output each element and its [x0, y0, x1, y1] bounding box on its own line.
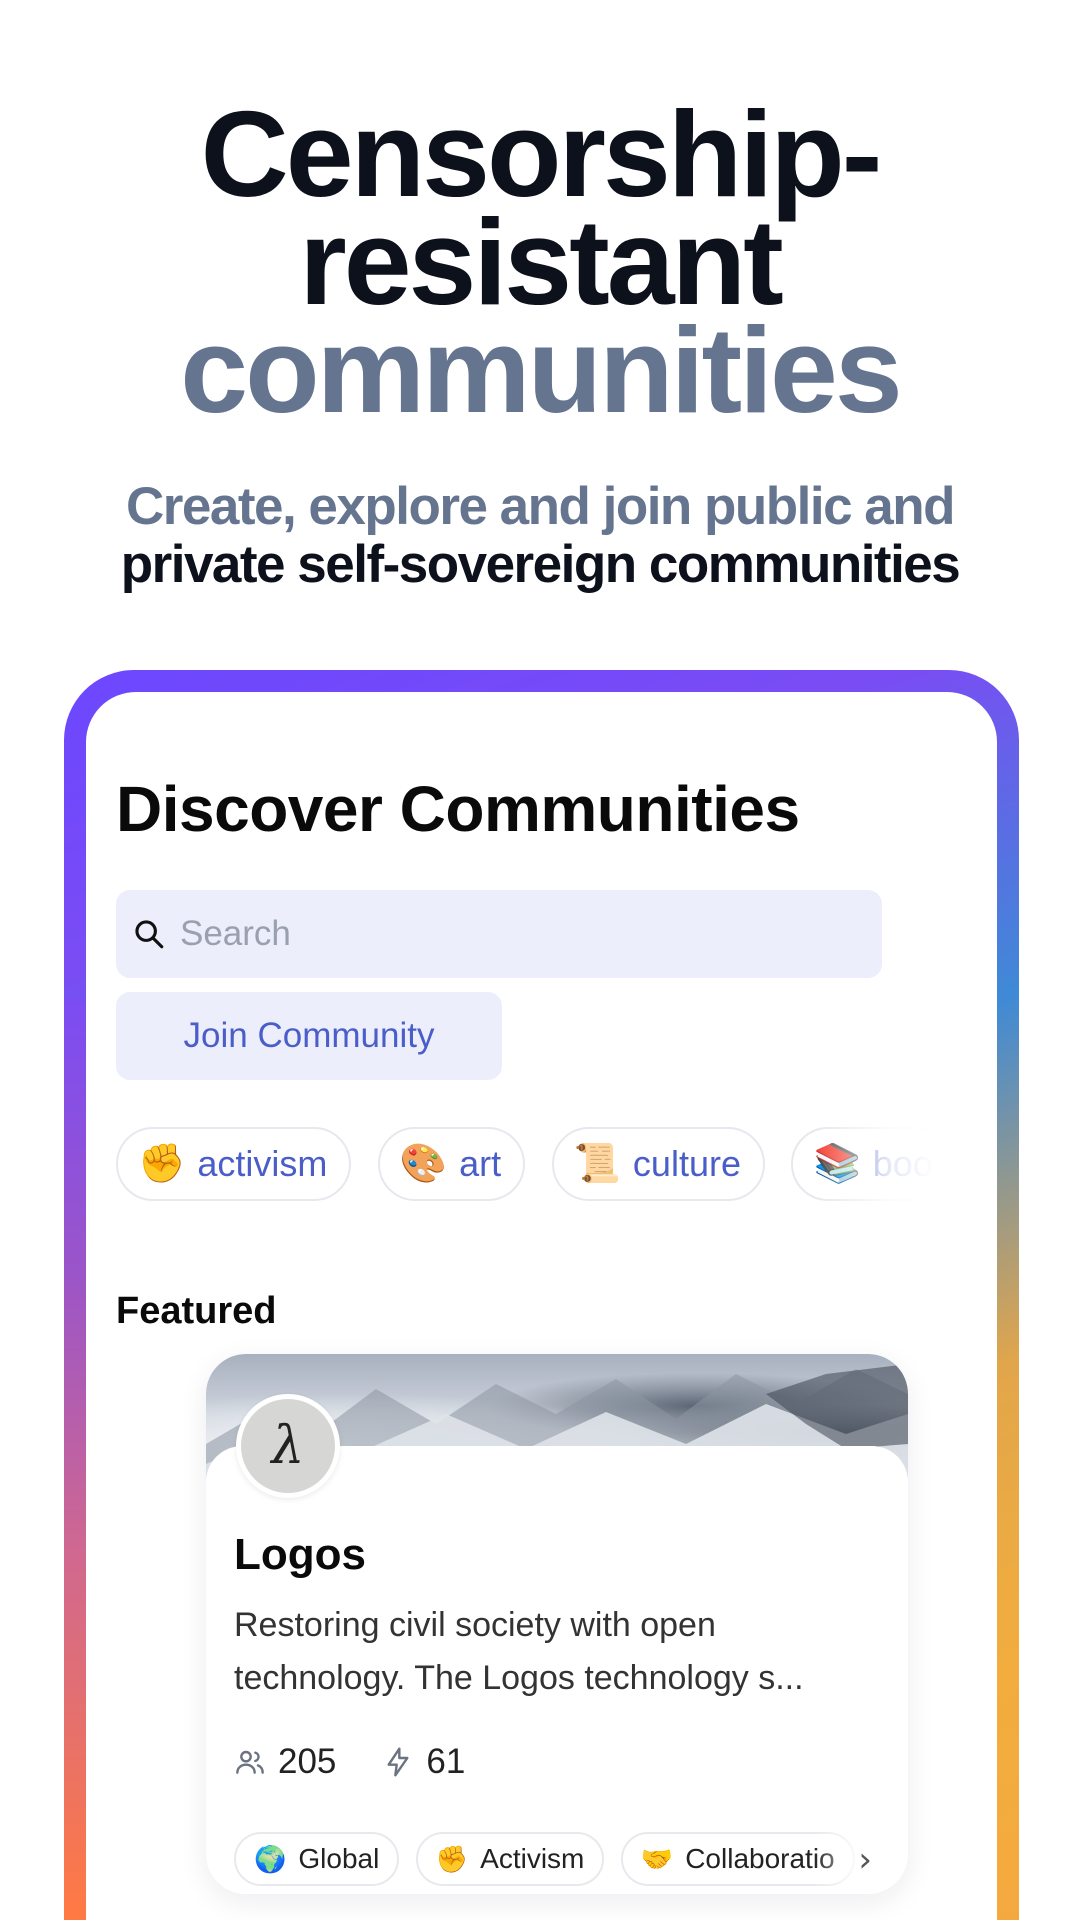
tag-label: Global — [298, 1843, 380, 1874]
community-tags: 🌍 Global ✊ Activism 🤝 Collaboratio › — [234, 1832, 884, 1888]
hero-title-line3: communities — [180, 302, 903, 438]
phone-screen: Discover Communities Join Community ✊ ac… — [86, 692, 997, 1920]
community-description: Restoring civil society with open techno… — [234, 1606, 804, 1697]
chips-fade-overlay — [816, 1127, 936, 1203]
active-count: 61 — [426, 1742, 466, 1781]
featured-community-card[interactable]: λ Logos Restoring civil society with ope… — [206, 1354, 908, 1894]
hero-title-line1: Censorship- — [200, 86, 883, 222]
hero-subtitle-line2: private self-sovereign communities — [120, 535, 961, 594]
tags-fade-overlay — [814, 1832, 884, 1888]
active-stat: 61 — [382, 1742, 465, 1782]
category-chip-art[interactable]: 🎨 art — [377, 1127, 526, 1201]
tag-activism[interactable]: ✊ Activism — [415, 1832, 605, 1886]
palette-icon: 🎨 — [399, 1143, 448, 1185]
community-name: Logos — [234, 1530, 366, 1579]
chevron-right-icon[interactable]: › — [858, 1840, 872, 1880]
hero-subtitle: Create, explore and join public and priv… — [0, 478, 1080, 594]
search-input[interactable] — [180, 914, 860, 954]
category-chips: ✊ activism 🎨 art 📜 culture 📚 boo — [116, 1127, 936, 1203]
members-stat: 205 — [234, 1742, 336, 1782]
community-avatar: λ — [236, 1394, 340, 1498]
tag-label: Collaboratio — [685, 1843, 835, 1874]
globe-icon: 🌍 — [254, 1843, 287, 1874]
category-chip-label: art — [459, 1143, 502, 1184]
fist-icon: ✊ — [138, 1143, 186, 1185]
members-count: 205 — [278, 1742, 337, 1781]
fist-icon: ✊ — [435, 1843, 469, 1874]
category-chip-activism[interactable]: ✊ activism — [116, 1127, 352, 1201]
featured-heading: Featured — [116, 1290, 277, 1332]
join-community-button[interactable]: Join Community — [116, 992, 502, 1080]
tag-label: Activism — [480, 1843, 585, 1874]
page-title: Discover Communities — [116, 773, 800, 845]
phone-frame-edge — [64, 1000, 86, 1920]
hero-subtitle-line1: Create, explore and join public and — [125, 477, 956, 536]
lightning-icon — [387, 1747, 409, 1777]
community-stats: 205 61 — [234, 1742, 511, 1782]
app-showcase-page: Censorship- resistant communities Create… — [0, 0, 1080, 1920]
hero-title: Censorship- resistant communities — [0, 86, 1080, 438]
hero-title-line2: resistant — [299, 194, 784, 330]
category-chip-label: activism — [197, 1143, 328, 1184]
scroll-icon: 📜 — [573, 1143, 621, 1185]
search-bar[interactable] — [116, 890, 882, 978]
search-icon — [135, 920, 164, 949]
category-chip-culture[interactable]: 📜 culture — [551, 1127, 765, 1201]
tag-global[interactable]: 🌍 Global — [234, 1832, 400, 1886]
users-icon — [236, 1750, 264, 1774]
category-chip-label: culture — [632, 1143, 741, 1184]
handshake-icon: 🤝 — [640, 1843, 674, 1874]
